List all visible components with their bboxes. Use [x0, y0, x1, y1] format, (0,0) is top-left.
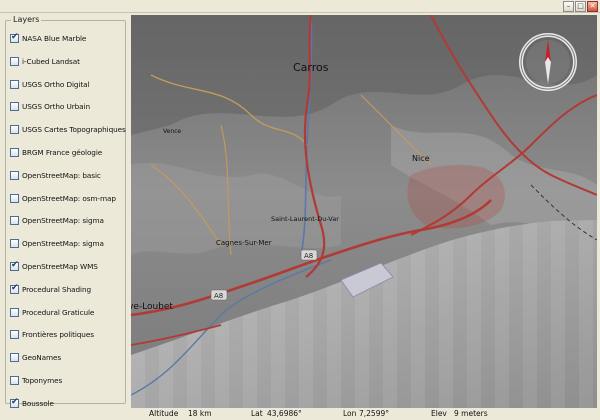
layer-label: USGS Ortho Digital [22, 79, 90, 89]
label-vence: Vence [163, 128, 181, 135]
layer-label: i-Cubed Landsat [22, 56, 80, 66]
layer-item[interactable]: Procedural Graticule [10, 307, 94, 318]
layer-item[interactable]: OpenStreetMap: osm-map [10, 193, 116, 204]
checkmark-icon: ✔ [11, 396, 19, 407]
layer-checkbox[interactable] [10, 102, 19, 112]
layers-panel: Layers ✔ NASA Blue Marble i-Cubed Landsat U… [2, 14, 129, 409]
layer-checkbox[interactable] [10, 376, 19, 385]
layer-label: OpenStreetMap WMS [22, 262, 98, 271]
layer-checkbox[interactable] [10, 239, 19, 249]
layers-group-box [5, 20, 126, 404]
checkmark-icon: ✔ [11, 32, 19, 42]
layer-item[interactable]: USGS Cartes Topographiques [10, 124, 126, 135]
layer-item[interactable]: ✔ NASA Blue Marble [10, 32, 87, 44]
layer-item[interactable]: OpenStreetMap: sigma [10, 215, 104, 226]
label-nice: Nice [412, 154, 430, 163]
layer-label: Procedural Graticule [22, 307, 95, 317]
longitude-value: 7,2599° [359, 409, 389, 418]
layer-checkbox[interactable] [10, 56, 19, 66]
layer-item[interactable]: Toponymes [10, 375, 62, 386]
close-button[interactable]: ✕ [587, 1, 598, 12]
a8-shield-1-text: A8 [304, 252, 313, 260]
minimize-button[interactable]: – [563, 1, 574, 12]
layer-checkbox[interactable] [10, 79, 19, 89]
checkmark-icon: ✔ [11, 282, 19, 293]
layer-label: OpenStreetMap: sigma [22, 239, 104, 249]
layer-label: Procedural Shading [22, 284, 91, 294]
a8-shield-2: A8 [210, 289, 228, 301]
status-bar: Altitude 18 km Lat 43,6986° Lon 7,2599° … [131, 408, 597, 420]
checkmark-icon: ✔ [11, 260, 19, 270]
layer-label: OpenStreetMap: sigma [22, 216, 104, 226]
layer-item[interactable]: ✔ Boussole [10, 396, 54, 409]
layer-label: OpenStreetMap: osm-map [22, 193, 116, 203]
label-cagnes: Cagnes-Sur-Mer [216, 239, 272, 247]
maximize-button[interactable]: □ [575, 1, 586, 12]
window-controls: – □ ✕ [563, 1, 598, 12]
layer-item[interactable]: ✔ OpenStreetMap WMS [10, 260, 98, 272]
altitude-label: Altitude [149, 409, 179, 418]
layer-item[interactable]: OpenStreetMap: sigma [10, 238, 104, 249]
latitude-label: Lat [251, 409, 263, 418]
layer-item[interactable]: ✔ Procedural Shading [10, 282, 91, 295]
layer-item[interactable]: i-Cubed Landsat [10, 56, 80, 67]
layer-checkbox[interactable] [10, 307, 19, 317]
layer-checkbox[interactable]: ✔ [10, 260, 19, 271]
layer-item[interactable]: OpenStreetMap: basic [10, 170, 101, 181]
layer-label: Toponymes [22, 376, 63, 385]
layer-checkbox[interactable] [10, 216, 19, 226]
layer-label: Frontières politiques [22, 330, 94, 340]
layer-checkbox[interactable]: ✔ [10, 282, 19, 294]
layer-checkbox[interactable] [10, 125, 19, 135]
map-canvas[interactable]: Carros Nice Vence Saint-Laurent-Du-Var C… [131, 15, 597, 408]
layer-checkbox[interactable] [10, 170, 19, 180]
elevation-value: 9 meters [454, 409, 488, 418]
longitude-label: Lon [343, 409, 357, 418]
altitude-value: 18 km [188, 409, 212, 418]
layer-checkbox[interactable] [10, 330, 19, 340]
layer-item[interactable]: Frontières politiques [10, 329, 94, 340]
layer-item[interactable]: USGS Ortho Urbain [10, 101, 90, 112]
layer-label: GeoNames [22, 353, 62, 363]
layer-checkbox[interactable] [10, 148, 19, 157]
label-saint-laurent: Saint-Laurent-Du-Var [271, 215, 339, 223]
map-view[interactable]: Carros Nice Vence Saint-Laurent-Du-Var C… [131, 15, 597, 408]
a8-shield-2-text: A8 [214, 292, 223, 300]
layer-item[interactable]: USGS Ortho Digital [10, 79, 90, 90]
layer-item[interactable]: GeoNames [10, 352, 61, 363]
window-title-bar: – □ ✕ [0, 0, 600, 13]
label-carros: Carros [293, 61, 329, 74]
label-villeneuve: ve-Loubet [131, 302, 173, 312]
layer-label: BRGM France géologie [22, 148, 103, 157]
layer-checkbox[interactable]: ✔ [10, 32, 19, 43]
compass-icon[interactable] [519, 33, 577, 91]
layer-label: USGS Ortho Urbain [22, 102, 90, 112]
elevation-label: Elev [431, 409, 447, 418]
layer-item[interactable]: BRGM France géologie [10, 147, 102, 158]
layer-label: USGS Cartes Topographiques [22, 125, 126, 135]
layers-title: Layers [11, 15, 42, 24]
a8-shield-1: A8 [300, 249, 318, 261]
layer-checkbox[interactable] [10, 193, 19, 203]
layer-label: NASA Blue Marble [22, 34, 87, 43]
layer-label: OpenStreetMap: basic [22, 170, 101, 180]
latitude-value: 43,6986° [267, 409, 302, 418]
layer-label: Boussole [22, 398, 54, 408]
layer-checkbox[interactable] [10, 353, 19, 363]
layer-checkbox[interactable]: ✔ [10, 396, 19, 408]
